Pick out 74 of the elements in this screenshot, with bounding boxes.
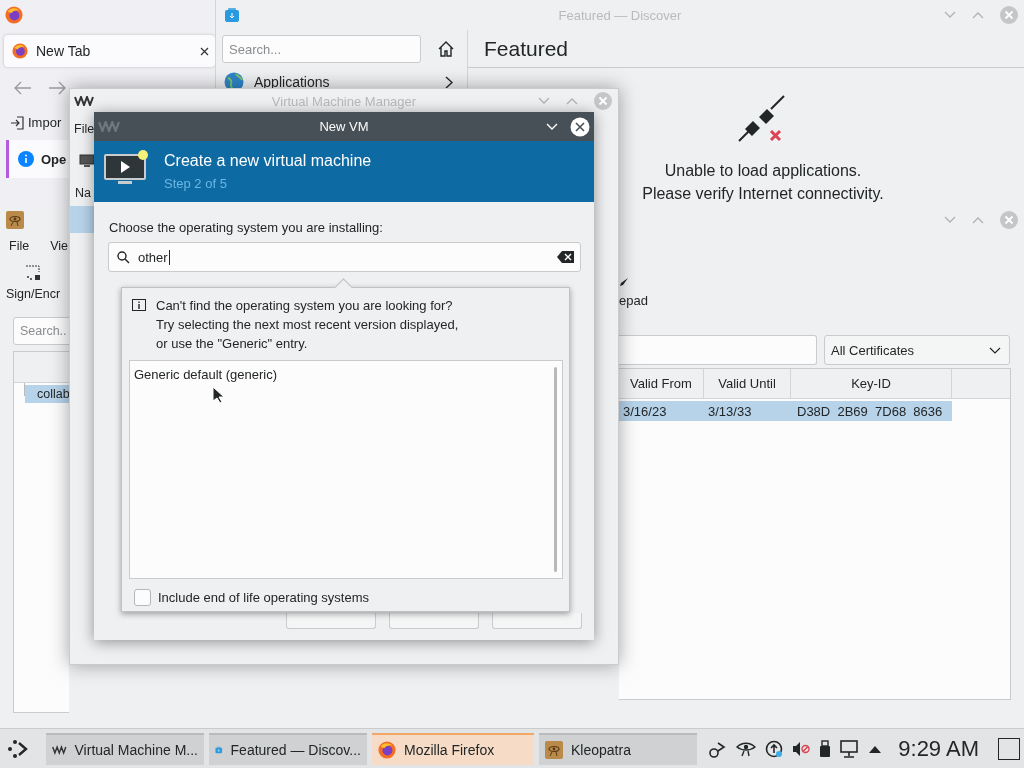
chevron-down-icon xyxy=(989,346,1001,354)
network-icon[interactable] xyxy=(840,739,861,758)
error-message: Unable to load applications. xyxy=(664,161,862,181)
taskbar-item[interactable]: Virtual Machine M... xyxy=(46,732,204,765)
update-icon[interactable] xyxy=(765,739,784,758)
mouse-pointer-icon xyxy=(212,386,224,404)
vm-logo-icon xyxy=(74,96,94,106)
notice-text: Ope xyxy=(41,151,67,167)
sign-encrypt-icon xyxy=(25,265,41,281)
usb-drive-icon[interactable] xyxy=(819,739,832,758)
wizard-button[interactable] xyxy=(286,613,376,629)
search-field[interactable] xyxy=(619,335,817,365)
taskbar-item[interactable]: Kleopatra xyxy=(539,732,697,765)
search-icon xyxy=(117,250,130,264)
info-icon xyxy=(18,151,34,167)
wizard-button[interactable] xyxy=(389,613,479,629)
filter-dropdown[interactable]: All Certificates xyxy=(824,335,1010,365)
caret-up-icon[interactable] xyxy=(869,744,882,753)
taskbar-item[interactable]: Featured — Discov... xyxy=(209,732,367,765)
table-cell[interactable]: collab xyxy=(25,385,69,403)
clock[interactable]: 9:29 AM xyxy=(898,735,979,762)
column-header[interactable]: Valid Until xyxy=(704,369,791,399)
firefox-icon xyxy=(378,740,396,759)
column-header: Na xyxy=(75,186,91,200)
hint-text: Can't find the operating system you are looking for? Try selecting the next most recent version displayed, or use the "Generic" entry. xyxy=(156,297,459,353)
wizard-heading: Create a new virtual machine xyxy=(164,152,372,170)
dialog-title: New VM xyxy=(319,119,369,134)
info-icon xyxy=(132,299,146,313)
selected-row[interactable] xyxy=(70,206,95,233)
firefox-icon xyxy=(12,43,28,59)
eye-icon xyxy=(6,211,24,229)
field-label: Choose the operating system you are installing: xyxy=(109,220,384,235)
step-indicator: Step 2 of 5 xyxy=(164,176,228,191)
search-field[interactable]: other xyxy=(108,242,581,272)
vm-logo-icon xyxy=(98,121,120,132)
table-cell-text: 3/16/23 xyxy=(622,403,668,419)
wizard-button[interactable] xyxy=(492,613,582,629)
browser-tab[interactable]: New Tab xyxy=(4,35,215,67)
import-button[interactable]: Impor xyxy=(28,115,62,130)
home-icon[interactable] xyxy=(437,40,455,58)
menu-item[interactable]: Vie xyxy=(50,239,68,259)
table-cell-text: 3/13/33 xyxy=(707,403,753,419)
chevron-right-icon xyxy=(445,75,453,89)
eye-icon xyxy=(545,740,563,759)
forward-arrow-icon[interactable] xyxy=(48,81,66,95)
list-item[interactable]: Generic default (generic) xyxy=(130,361,282,388)
shopping-bag-icon xyxy=(224,7,240,23)
page-heading: Featured xyxy=(484,36,569,61)
vm-logo-icon xyxy=(52,744,67,755)
toolbar-button[interactable]: epad xyxy=(619,293,1024,308)
import-icon xyxy=(10,115,24,130)
close-icon[interactable] xyxy=(200,46,209,56)
maximize-icon[interactable] xyxy=(972,11,984,19)
checkbox-label: Include end of life operating systems xyxy=(158,590,369,605)
maximize-icon[interactable] xyxy=(566,97,578,105)
connect-icon[interactable] xyxy=(709,739,728,758)
show-desktop-icon[interactable] xyxy=(998,737,1020,760)
toolbar-button[interactable]: Sign/Encr xyxy=(5,287,61,301)
firefox-icon xyxy=(5,6,23,24)
table-cell-text: D38D 2B69 7D68 8636 xyxy=(796,403,944,419)
pen-icon xyxy=(619,277,629,287)
monitor-icon xyxy=(79,154,95,168)
menu-item[interactable]: File xyxy=(74,122,95,136)
error-message: Please verify Internet connectivity. xyxy=(642,184,884,204)
taskbar-item[interactable]: Mozilla Firefox xyxy=(372,732,534,765)
back-arrow-icon[interactable] xyxy=(14,81,32,95)
clear-icon[interactable] xyxy=(557,251,574,263)
checkbox[interactable] xyxy=(134,589,151,606)
column-header[interactable]: Key-ID xyxy=(791,369,952,399)
maximize-icon[interactable] xyxy=(972,216,984,224)
muted-speaker-icon[interactable] xyxy=(792,740,811,757)
menu-item[interactable]: File xyxy=(9,239,30,259)
close-icon[interactable] xyxy=(570,116,590,137)
eye-icon[interactable] xyxy=(736,740,757,757)
